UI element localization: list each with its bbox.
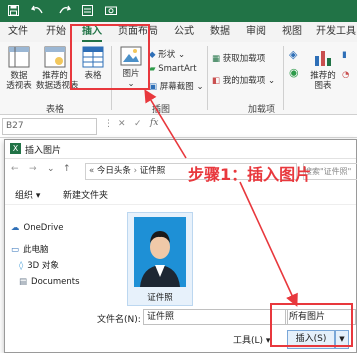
arrow-to-insert	[239, 181, 298, 307]
arrow-to-ribbon	[144, 89, 187, 159]
step-annotation: 步骤1：插入图片	[188, 165, 312, 184]
